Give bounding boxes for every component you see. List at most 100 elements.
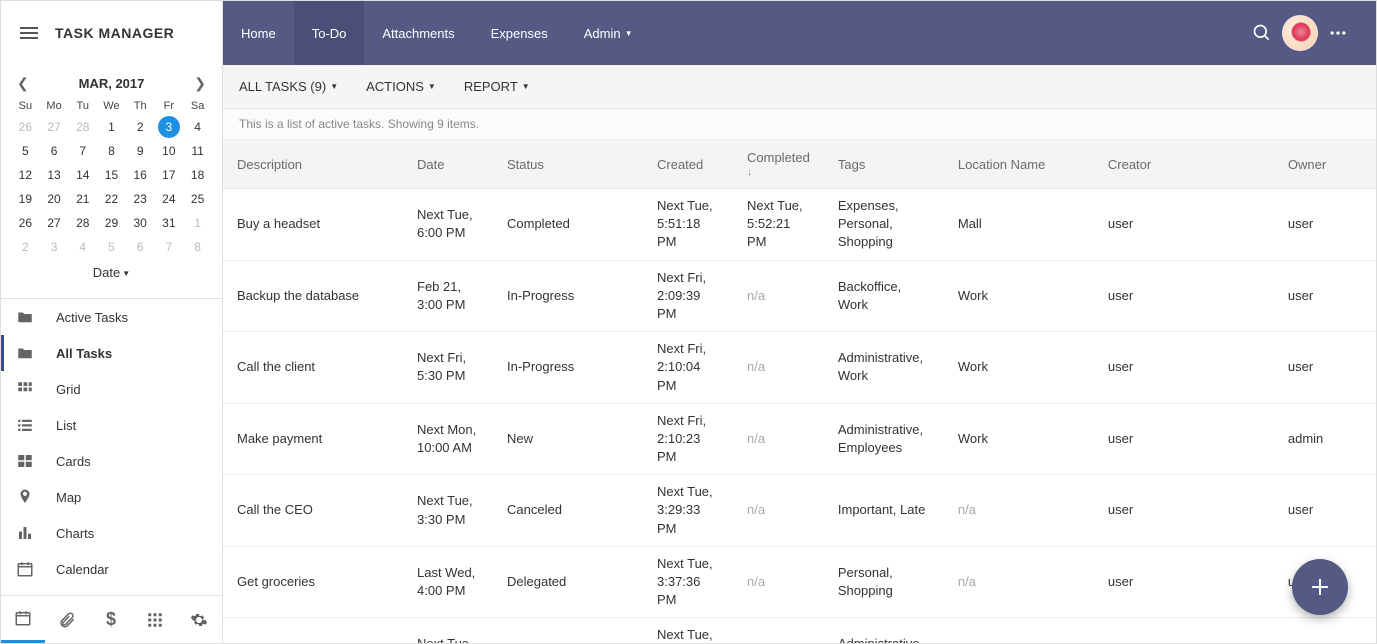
calendar-title: MAR, 2017	[79, 76, 145, 91]
calendar-day[interactable]: 30	[126, 211, 155, 235]
cell: user	[1274, 332, 1376, 404]
nav-admin[interactable]: Admin▼	[566, 1, 651, 65]
table-row[interactable]: Get groceriesLast Wed, 4:00 PMDelegatedN…	[223, 546, 1376, 618]
filter-dropdown[interactable]: ALL TASKS (9)▼	[239, 79, 338, 94]
calendar-day[interactable]: 17	[155, 163, 184, 187]
calendar-day[interactable]: 14	[68, 163, 97, 187]
calendar-day[interactable]: 27	[40, 211, 69, 235]
report-dropdown[interactable]: REPORT▼	[464, 79, 530, 94]
bottom-dollar-button[interactable]: $	[89, 596, 133, 643]
calendar-day[interactable]: 25	[183, 187, 212, 211]
calendar-dow: Mo	[40, 97, 69, 115]
calendar-day[interactable]: 26	[11, 115, 40, 139]
search-button[interactable]	[1242, 23, 1282, 43]
calendar-prev-button[interactable]: ❮	[11, 71, 35, 96]
calendar-day[interactable]: 11	[183, 139, 212, 163]
calendar-day[interactable]: 23	[126, 187, 155, 211]
column-header[interactable]: Tags	[824, 140, 944, 189]
calendar-day[interactable]: 26	[11, 211, 40, 235]
calendar-day[interactable]: 6	[40, 139, 69, 163]
calendar-day[interactable]: 7	[155, 235, 184, 259]
bottom-calendar-button[interactable]	[1, 596, 45, 643]
sidebar-item-grid[interactable]: Grid	[1, 371, 222, 407]
nav-label: To-Do	[312, 26, 347, 41]
cell: user	[1094, 332, 1274, 404]
calendar-mode-label: Date	[93, 265, 120, 280]
cell: Next Mon, 10:00 AM	[403, 403, 493, 475]
calendar-day[interactable]: 5	[11, 139, 40, 163]
sidebar-item-list[interactable]: List	[1, 407, 222, 443]
table-row[interactable]: Make paymentNext Mon, 10:00 AMNewNext Fr…	[223, 403, 1376, 475]
calendar-day[interactable]: 19	[11, 187, 40, 211]
sidebar-item-label: Charts	[56, 526, 94, 541]
cell: Next Fri, 2:09:39 PM	[643, 260, 733, 332]
calendar-day[interactable]: 8	[183, 235, 212, 259]
calendar-day[interactable]: 24	[155, 187, 184, 211]
cell: Next Tue, 3:30 PM	[403, 475, 493, 547]
column-header[interactable]: Owner	[1274, 140, 1376, 189]
sidebar-item-active-tasks[interactable]: Active Tasks	[1, 299, 222, 335]
calendar-day[interactable]: 12	[11, 163, 40, 187]
actions-dropdown[interactable]: ACTIONS▼	[366, 79, 436, 94]
calendar-day[interactable]: 31	[155, 211, 184, 235]
column-header[interactable]: Created	[643, 140, 733, 189]
table-row[interactable]: Call the clientNext Fri, 5:30 PMIn-Progr…	[223, 332, 1376, 404]
table-row[interactable]: Backup the databaseFeb 21, 3:00 PMIn-Pro…	[223, 260, 1376, 332]
column-header[interactable]: Description	[223, 140, 403, 189]
calendar-day[interactable]: 1	[183, 211, 212, 235]
calendar-day[interactable]: 15	[97, 163, 126, 187]
menu-button[interactable]	[9, 13, 49, 53]
bottom-clip-button[interactable]	[45, 596, 89, 643]
calendar-day[interactable]: 18	[183, 163, 212, 187]
column-header[interactable]: Date	[403, 140, 493, 189]
bottom-apps-button[interactable]	[133, 596, 177, 643]
sidebar-item-charts[interactable]: Charts	[1, 515, 222, 551]
table-scroll[interactable]: DescriptionDateStatusCreatedCompleted↓Ta…	[223, 140, 1376, 643]
calendar-day[interactable]: 29	[97, 211, 126, 235]
column-header[interactable]: Creator	[1094, 140, 1274, 189]
calendar-day[interactable]: 4	[183, 115, 212, 139]
calendar-day[interactable]: 5	[97, 235, 126, 259]
column-header[interactable]: Completed↓	[733, 140, 824, 189]
calendar-day[interactable]: 3	[155, 115, 184, 139]
calendar-day[interactable]: 6	[126, 235, 155, 259]
cell: n/a	[733, 475, 824, 547]
table-row[interactable]: Buy a headsetNext Tue, 6:00 PMCompletedN…	[223, 189, 1376, 261]
nav-attachments[interactable]: Attachments	[364, 1, 472, 65]
table-row[interactable]: Call the CEONext Tue, 3:30 PMCanceledNex…	[223, 475, 1376, 547]
calendar-day[interactable]: 4	[68, 235, 97, 259]
calendar-day[interactable]: 13	[40, 163, 69, 187]
calendar-day[interactable]: 2	[11, 235, 40, 259]
column-header[interactable]: Status	[493, 140, 643, 189]
user-avatar[interactable]	[1282, 15, 1318, 51]
calendar-mode-toggle[interactable]: Date▼	[11, 259, 212, 290]
nav-home[interactable]: Home	[223, 1, 294, 65]
calendar-day[interactable]: 8	[97, 139, 126, 163]
fab-add-button[interactable]	[1292, 559, 1348, 615]
sidebar-item-all-tasks[interactable]: All Tasks	[1, 335, 222, 371]
calendar-day[interactable]: 27	[40, 115, 69, 139]
calendar-day[interactable]: 2	[126, 115, 155, 139]
table-row[interactable]: Pay the billsNext Tue, 6:00 PMIn-Progres…	[223, 618, 1376, 643]
sidebar-item-calendar[interactable]: Calendar	[1, 551, 222, 587]
calendar-day[interactable]: 20	[40, 187, 69, 211]
calendar-next-button[interactable]: ❯	[188, 71, 212, 96]
column-header[interactable]: Location Name	[944, 140, 1094, 189]
calendar-day[interactable]: 28	[68, 115, 97, 139]
calendar-day[interactable]: 16	[126, 163, 155, 187]
calendar-day[interactable]: 1	[97, 115, 126, 139]
sidebar-item-cards[interactable]: Cards	[1, 443, 222, 479]
toolbar: ALL TASKS (9)▼ ACTIONS▼ REPORT▼	[223, 65, 1376, 109]
calendar-day[interactable]: 10	[155, 139, 184, 163]
calendar-day[interactable]: 21	[68, 187, 97, 211]
nav-expenses[interactable]: Expenses	[473, 1, 566, 65]
calendar-day[interactable]: 9	[126, 139, 155, 163]
calendar-day[interactable]: 7	[68, 139, 97, 163]
more-button[interactable]	[1318, 23, 1358, 43]
calendar-day[interactable]: 28	[68, 211, 97, 235]
calendar-day[interactable]: 22	[97, 187, 126, 211]
calendar-day[interactable]: 3	[40, 235, 69, 259]
bottom-gear-button[interactable]	[177, 596, 221, 643]
nav-to-do[interactable]: To-Do	[294, 1, 365, 65]
sidebar-item-map[interactable]: Map	[1, 479, 222, 515]
